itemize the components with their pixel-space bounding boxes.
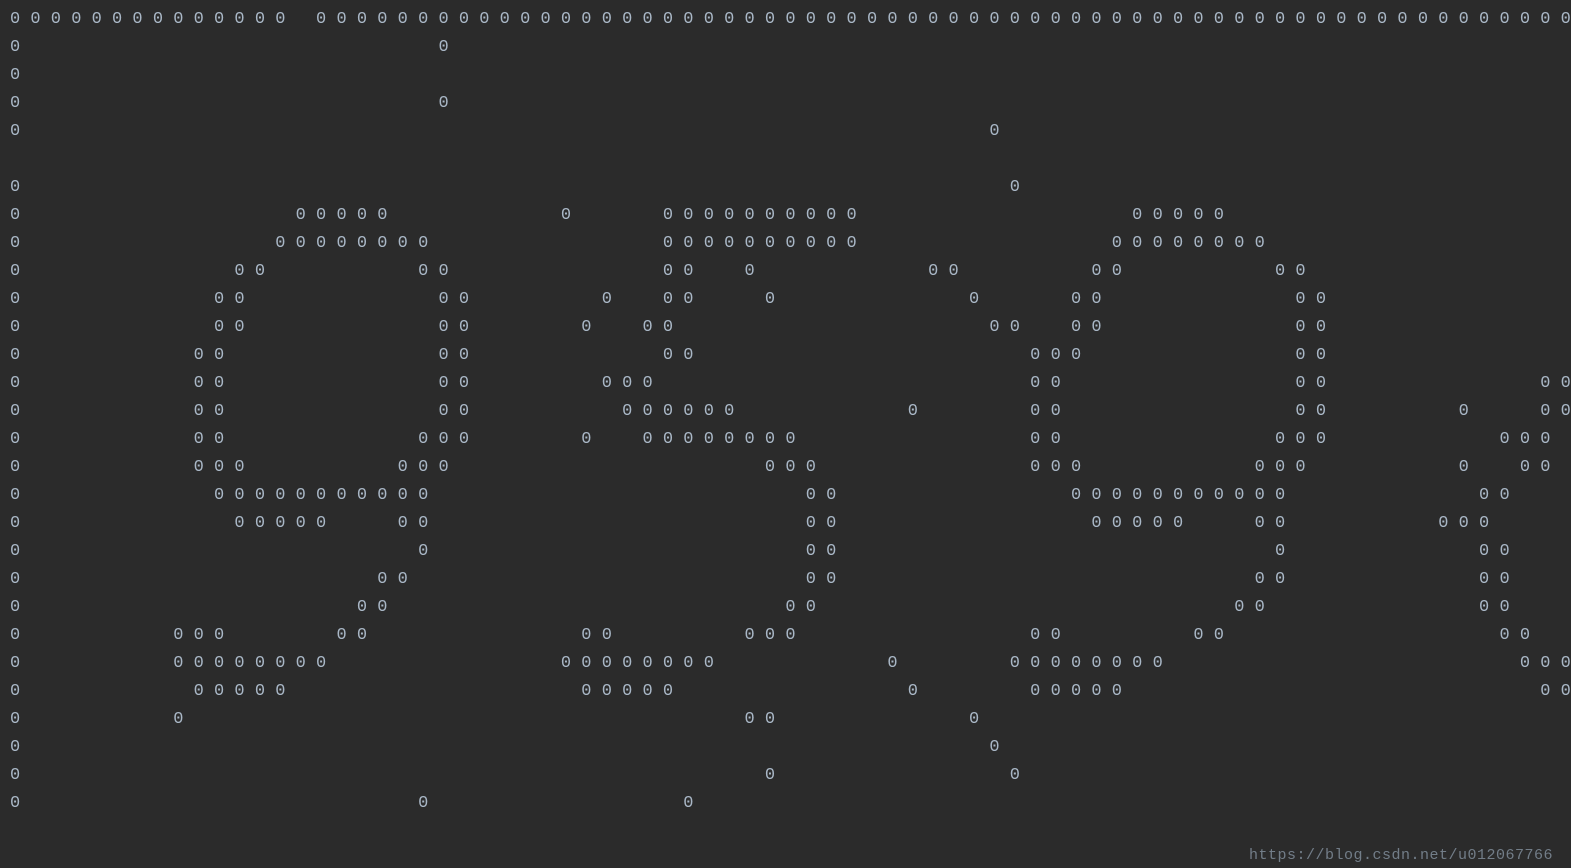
ascii-art-output: 0 0 0 0 0 0 0 0 0 0 0 0 0 0 0 0 0 0 0 0 … bbox=[0, 0, 1571, 818]
csdn-watermark: https://blog.csdn.net/u012067766 bbox=[1249, 847, 1553, 864]
